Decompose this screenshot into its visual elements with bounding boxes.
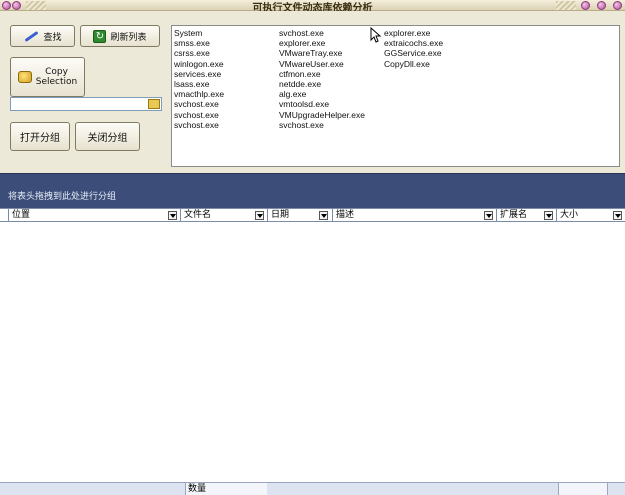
- group-hint-text: 将表头拖拽到此处进行分组: [8, 192, 117, 202]
- column-header-filename[interactable]: 文件名: [180, 209, 267, 222]
- process-item[interactable]: lsass.exe: [174, 79, 224, 89]
- copy-selection-button[interactable]: Copy Selection: [10, 57, 85, 97]
- top-panel: 查找 ↻ 刷新列表 Copy Selection 打开分组 关闭分组 Syste…: [0, 11, 625, 173]
- filter-input[interactable]: [11, 98, 143, 110]
- process-item[interactable]: CopyDll.exe: [384, 59, 443, 69]
- process-item[interactable]: VMUpgradeHelper.exe: [279, 110, 365, 120]
- column-header-description[interactable]: 描述: [332, 209, 496, 222]
- column-header-date[interactable]: 日期: [267, 209, 332, 222]
- process-list[interactable]: System smss.exe csrss.exe winlogon.exe servi…: [171, 25, 620, 167]
- copy-icon: [17, 71, 32, 83]
- minimize-icon[interactable]: [581, 1, 590, 10]
- results-table[interactable]: [0, 222, 625, 482]
- process-item[interactable]: winlogon.exe: [174, 59, 224, 69]
- copy-button-label: Copy Selection: [35, 67, 78, 87]
- chevron-down-icon[interactable]: [484, 211, 493, 220]
- summary-footer: 数量: [0, 482, 625, 495]
- process-item[interactable]: vmtoolsd.exe: [279, 99, 365, 109]
- title-decoration-right: [556, 1, 576, 10]
- close-icon[interactable]: [613, 1, 622, 10]
- process-item[interactable]: svchost.exe: [279, 28, 365, 38]
- process-item[interactable]: ctfmon.exe: [279, 69, 365, 79]
- refresh-button-label: 刷新列表: [110, 32, 147, 43]
- find-button-label: 查找: [43, 32, 62, 43]
- search-wand-icon: [23, 30, 39, 42]
- process-item[interactable]: alg.exe: [279, 89, 365, 99]
- column-header-extension[interactable]: 扩展名: [496, 209, 556, 222]
- process-item[interactable]: netdde.exe: [279, 79, 365, 89]
- process-item[interactable]: svchost.exe: [279, 120, 365, 130]
- process-item[interactable]: csrss.exe: [174, 48, 224, 58]
- group-by-area[interactable]: 将表头拖拽到此处进行分组: [0, 173, 625, 208]
- process-item[interactable]: VMwareTray.exe: [279, 48, 365, 58]
- process-item[interactable]: explorer.exe: [384, 28, 443, 38]
- process-column-2: svchost.exe explorer.exe VMwareTray.exe VMw…: [279, 28, 365, 130]
- maximize-icon[interactable]: [597, 1, 606, 10]
- folder-browse-icon[interactable]: [148, 99, 160, 109]
- process-item[interactable]: svchost.exe: [174, 110, 224, 120]
- count-cell: 数量: [185, 483, 267, 495]
- process-item[interactable]: extraicochs.exe: [384, 38, 443, 48]
- process-item[interactable]: svchost.exe: [174, 120, 224, 130]
- process-item[interactable]: smss.exe: [174, 38, 224, 48]
- filter-input-box[interactable]: [10, 97, 162, 111]
- chevron-down-icon[interactable]: [168, 211, 177, 220]
- process-item[interactable]: services.exe: [174, 69, 224, 79]
- refresh-list-button[interactable]: ↻ 刷新列表: [80, 25, 160, 47]
- open-group-button[interactable]: 打开分组: [10, 122, 70, 151]
- title-bar[interactable]: 可执行文件动态库依赖分析: [0, 0, 625, 14]
- column-header-size[interactable]: 大小: [556, 209, 625, 222]
- process-column-1: System smss.exe csrss.exe winlogon.exe servi…: [174, 28, 224, 130]
- process-item[interactable]: svchost.exe: [174, 99, 224, 109]
- mouse-cursor-icon: [370, 27, 382, 43]
- process-item[interactable]: GGService.exe: [384, 48, 443, 58]
- chevron-down-icon[interactable]: [544, 211, 553, 220]
- size-summary-cell: [558, 483, 608, 495]
- chevron-down-icon[interactable]: [255, 211, 264, 220]
- column-header-location[interactable]: 位置: [8, 209, 182, 222]
- process-column-3: explorer.exe extraicochs.exe GGService.exe…: [384, 28, 443, 69]
- chevron-down-icon[interactable]: [319, 211, 328, 220]
- process-item[interactable]: explorer.exe: [279, 38, 365, 48]
- chevron-down-icon[interactable]: [613, 211, 622, 220]
- process-item[interactable]: vmacthlp.exe: [174, 89, 224, 99]
- process-item[interactable]: System: [174, 28, 224, 38]
- refresh-icon: ↻: [93, 29, 107, 43]
- close-group-button[interactable]: 关闭分组: [75, 122, 140, 151]
- process-item[interactable]: VMwareUser.exe: [279, 59, 365, 69]
- find-button[interactable]: 查找: [10, 25, 75, 47]
- column-header-row: 位置 文件名 日期 描述 扩展名 大小: [0, 208, 625, 222]
